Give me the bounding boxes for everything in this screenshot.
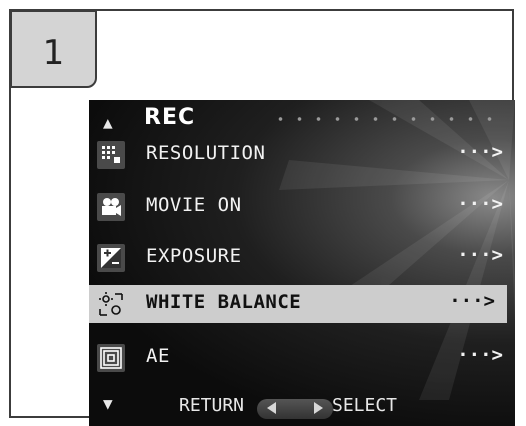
right-arrow-icon[interactable] [314,402,323,414]
menu-title: REC [144,105,196,130]
menu-item-ae[interactable]: AE ···> [89,339,515,377]
exposure-icon [97,244,125,272]
dpad-left-right-icon [257,399,333,419]
menu-item-label: MOVIE ON [146,194,242,216]
menu-item-white-balance[interactable]: WHITE BALANCE ···> [89,285,507,323]
return-label: RETURN [179,395,245,416]
scroll-down-icon[interactable]: ▼ [103,394,113,413]
step-number-badge: 1 [10,10,97,88]
ae-metering-icon [97,344,125,372]
left-arrow-icon[interactable] [267,402,276,414]
select-label: SELECT [332,395,398,416]
submenu-arrow-icon: ···> [457,244,503,266]
menu-item-resolution[interactable]: RESOLUTION ···> [89,136,515,174]
resolution-icon [97,141,125,169]
menu-item-label: RESOLUTION [146,142,266,164]
white-balance-icon [97,290,125,318]
menu-item-label: EXPOSURE [146,245,242,267]
menu-item-label: WHITE BALANCE [146,291,302,313]
menu-item-label: AE [146,345,170,367]
submenu-arrow-icon: ···> [457,141,503,163]
camera-lcd-screen: ▲ REC RESOLUTION ···> MOVIE ON ···> EXPO… [89,100,515,426]
header-dots [271,117,501,121]
step-number: 1 [42,33,65,73]
submenu-arrow-icon: ···> [457,344,503,366]
menu-header: ▲ REC [89,100,515,136]
scroll-up-icon[interactable]: ▲ [103,113,113,132]
menu-item-movie-on[interactable]: MOVIE ON ···> [89,188,515,226]
menu-footer: ▼ RETURN SELECT [89,390,515,426]
menu-item-exposure[interactable]: EXPOSURE ···> [89,239,515,277]
submenu-arrow-icon: ···> [449,290,495,312]
submenu-arrow-icon: ···> [457,193,503,215]
movie-camera-icon [97,193,125,221]
